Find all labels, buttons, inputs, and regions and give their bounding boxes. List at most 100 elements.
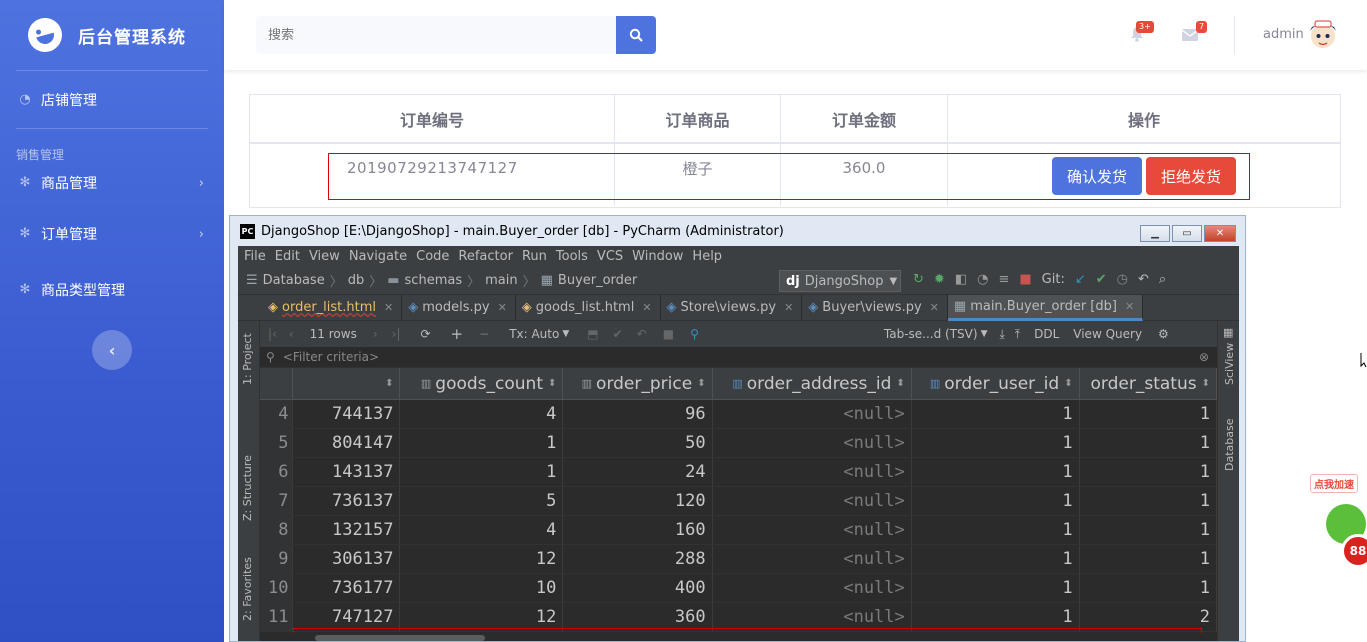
tab-buyer-views[interactable]: ◈ Buyer\views.py ✕ (802, 294, 948, 321)
tab-store-views[interactable]: ◈ Store\views.py ✕ (661, 294, 803, 321)
cancel-icon[interactable]: ■ (663, 327, 674, 341)
clear-filter-icon[interactable]: ⊗ (1199, 350, 1209, 364)
order-price-cell[interactable]: 24 (563, 458, 713, 486)
favorites-tool-button[interactable]: 2: Favorites (241, 557, 254, 621)
order-price-cell[interactable]: 50 (563, 429, 713, 457)
order-address-cell[interactable]: <null> (713, 400, 912, 428)
close-tab-icon[interactable]: ✕ (930, 301, 939, 314)
id-cell[interactable]: 143137 (293, 458, 401, 486)
tab-order-list[interactable]: ◈ order_list.html ✕ (262, 294, 403, 321)
order-address-cell[interactable]: <null> (713, 545, 912, 573)
row-number[interactable]: 6 (260, 458, 294, 486)
order-address-cell[interactable]: <null> (713, 458, 912, 486)
order-price-cell[interactable]: 96 (563, 400, 713, 428)
sidebar-toggle-button[interactable]: ‹ (92, 330, 132, 370)
close-tab-icon[interactable]: ✕ (642, 301, 651, 314)
menu-tools[interactable]: Tools (556, 249, 588, 264)
export-format-select[interactable]: Tab-se...d (TSV) (884, 327, 978, 341)
breadcrumb-item[interactable]: Buyer_order (558, 273, 637, 288)
tab-models[interactable]: ◈ models.py ✕ (402, 294, 516, 321)
structure-tool-button[interactable]: Z: Structure (241, 455, 254, 521)
order-price-cell[interactable]: 120 (563, 487, 713, 515)
last-page-icon[interactable]: ›| (392, 327, 401, 341)
goods-count-cell[interactable]: 1 (400, 458, 564, 486)
sciview-tool-button[interactable]: SciView (1223, 343, 1236, 385)
reject-ship-button[interactable]: 拒绝发货 (1146, 157, 1236, 195)
order-status-cell[interactable]: 1 (1080, 400, 1217, 428)
column-header[interactable]: ▥ order_price ⬍ (563, 368, 713, 399)
column-header[interactable]: order_status ⬍ (1080, 368, 1217, 399)
close-tab-icon[interactable]: ✕ (498, 301, 507, 314)
table-row[interactable]: 11 747127 12 360 <null> 1 2 (260, 603, 1217, 632)
column-header[interactable]: ⬍ (293, 368, 401, 399)
order-price-cell[interactable]: 360 (563, 603, 713, 631)
breadcrumb-item[interactable]: db (348, 273, 365, 288)
table-row[interactable]: 5 804147 1 50 <null> 1 1 (260, 429, 1217, 458)
window-titlebar[interactable]: PC DjangoShop [E:\DjangoShop] - main.Buy… (230, 216, 1245, 246)
project-tool-button[interactable]: 1: Project (241, 333, 254, 385)
prev-page-icon[interactable]: ‹ (289, 327, 294, 341)
order-price-cell[interactable]: 288 (563, 545, 713, 573)
refresh-icon[interactable]: ⟳ (420, 327, 430, 341)
order-address-cell[interactable]: <null> (713, 429, 912, 457)
breadcrumb-item[interactable]: main (485, 273, 517, 288)
order-user-cell[interactable]: 1 (912, 458, 1080, 486)
row-number[interactable]: 7 (260, 487, 294, 515)
order-user-cell[interactable]: 1 (912, 516, 1080, 544)
order-status-cell[interactable]: 1 (1080, 429, 1217, 457)
import-icon[interactable]: ⤒ (1015, 327, 1020, 342)
export-icon[interactable]: ⤓ (999, 327, 1004, 342)
rows-count[interactable]: 11 rows (310, 327, 357, 341)
sidebar-item-goods[interactable]: ✻ 商品管理 › (0, 160, 224, 206)
order-status-cell[interactable]: 1 (1080, 545, 1217, 573)
messages-button[interactable]: 7 (1181, 21, 1208, 45)
menu-window[interactable]: Window (632, 249, 683, 264)
maximize-button[interactable]: ▭ (1172, 225, 1202, 242)
horizontal-scrollbar[interactable] (260, 633, 1217, 641)
view-query-button[interactable]: View Query (1073, 327, 1142, 341)
table-row[interactable]: 7 736137 5 120 <null> 1 1 (260, 487, 1217, 516)
close-tab-icon[interactable]: ✕ (784, 301, 793, 314)
sidebar-item-orders[interactable]: ✻ 订单管理 › (0, 206, 224, 262)
concurrency-icon[interactable]: ≡ (998, 272, 1009, 287)
order-status-cell[interactable]: 2 (1080, 603, 1217, 631)
search-button[interactable] (616, 16, 656, 54)
id-cell[interactable]: 306137 (293, 545, 401, 573)
column-header[interactable]: ▥ goods_count ⬍ (400, 368, 564, 399)
order-address-cell[interactable]: <null> (713, 516, 912, 544)
menu-code[interactable]: Code (416, 249, 449, 264)
commit-icon[interactable]: ⬒ (587, 327, 598, 341)
history-icon[interactable]: ◷ (1117, 272, 1128, 287)
goods-count-cell[interactable]: 12 (400, 603, 564, 631)
column-header[interactable]: ▥ order_user_id ⬍ (912, 368, 1080, 399)
goods-count-cell[interactable]: 10 (400, 574, 564, 602)
order-user-cell[interactable]: 1 (912, 545, 1080, 573)
menu-refactor[interactable]: Refactor (458, 249, 513, 264)
id-cell[interactable]: 744137 (293, 400, 401, 428)
id-cell[interactable]: 747127 (293, 603, 401, 631)
profile-icon[interactable]: ◔ (977, 272, 988, 287)
order-price-cell[interactable]: 400 (563, 574, 713, 602)
goods-count-cell[interactable]: 4 (400, 516, 564, 544)
tab-buyer-order-db[interactable]: ▦ main.Buyer_order [db] ✕ (947, 294, 1144, 321)
rerun-icon[interactable]: ↻ (913, 272, 924, 287)
revert-icon[interactable]: ↶ (1138, 272, 1149, 287)
id-cell[interactable]: 804147 (293, 429, 401, 457)
sidebar-item-goods-types[interactable]: ✻ 商品类型管理 (0, 262, 224, 318)
column-header[interactable]: ▥ order_address_id ⬍ (713, 368, 912, 399)
close-tab-icon[interactable]: ✕ (384, 301, 393, 314)
run-config-select[interactable]: dj DjangoShop ▼ (779, 270, 901, 292)
tab-goods-list[interactable]: ◈ goods_list.html ✕ (516, 294, 661, 321)
menu-edit[interactable]: Edit (275, 249, 300, 264)
breadcrumb-item[interactable]: schemas (405, 273, 463, 288)
breadcrumb-item[interactable]: Database (263, 273, 325, 288)
debug-icon[interactable]: ✹ (934, 272, 945, 287)
goods-count-cell[interactable]: 4 (400, 400, 564, 428)
delete-row-icon[interactable]: − (479, 327, 489, 341)
ddl-button[interactable]: DDL (1034, 327, 1059, 341)
avatar[interactable] (1307, 17, 1339, 51)
user-name[interactable]: admin (1263, 27, 1304, 42)
coverage-icon[interactable]: ◧ (955, 272, 967, 287)
row-number[interactable]: 5 (260, 429, 294, 457)
order-price-cell[interactable]: 160 (563, 516, 713, 544)
